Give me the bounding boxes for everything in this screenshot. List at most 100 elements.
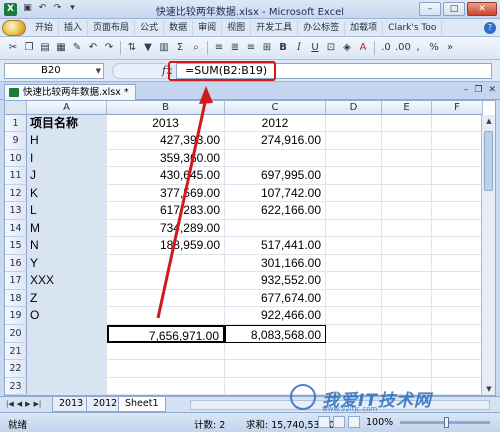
vertical-scrollbar[interactable]: ▲ ▼: [481, 115, 495, 395]
cell-b17[interactable]: [107, 272, 225, 290]
column-header-a[interactable]: A: [27, 101, 107, 115]
cell-f14[interactable]: [432, 219, 483, 237]
cell-b14[interactable]: 734,289.00: [107, 219, 225, 237]
row-header[interactable]: 22: [5, 360, 27, 378]
cell-a21[interactable]: [27, 342, 107, 360]
cell-a20[interactable]: [27, 324, 107, 343]
zoom-icon[interactable]: ⌕: [189, 41, 203, 55]
cell-b9[interactable]: 427,393.00: [107, 132, 225, 150]
cell-b18[interactable]: [107, 289, 225, 307]
print-icon[interactable]: ▦: [54, 41, 68, 55]
column-header-e[interactable]: E: [382, 101, 432, 115]
tab-data[interactable]: 数据: [164, 21, 194, 36]
comma-style-icon[interactable]: ,: [411, 41, 425, 55]
cell-b22[interactable]: [107, 360, 225, 378]
close-button[interactable]: ✕: [467, 2, 497, 16]
cell-a1[interactable]: 项目名称: [27, 115, 107, 132]
cell-a15[interactable]: N: [27, 237, 107, 255]
cell-d17[interactable]: [326, 272, 382, 290]
workbook-tab[interactable]: 快速比较两年数据.xlsx *: [4, 84, 136, 100]
cell-b16[interactable]: [107, 254, 225, 272]
cell-f13[interactable]: [432, 202, 483, 220]
cell-e21[interactable]: [382, 342, 432, 360]
row-header[interactable]: 15: [5, 237, 27, 255]
cell-f12[interactable]: [432, 184, 483, 202]
format-painter-icon[interactable]: ✎: [70, 41, 84, 55]
row-header[interactable]: 9: [5, 132, 27, 150]
cell-e20[interactable]: [382, 324, 432, 343]
cell-b1[interactable]: 2013: [107, 115, 225, 132]
cell-e1[interactable]: [382, 115, 432, 132]
tab-formulas[interactable]: 公式: [135, 21, 165, 36]
filter-icon[interactable]: ▼: [141, 41, 155, 55]
cell-e19[interactable]: [382, 307, 432, 325]
row-header[interactable]: 19: [5, 307, 27, 325]
cell-b12[interactable]: 377,569.00: [107, 184, 225, 202]
cut-icon[interactable]: ✂: [6, 41, 20, 55]
cell-c16[interactable]: 301,166.00: [225, 254, 326, 272]
tab-review[interactable]: 审阅: [193, 21, 223, 36]
row-header[interactable]: 10: [5, 149, 27, 167]
cell-c14[interactable]: [225, 219, 326, 237]
cell-c10[interactable]: [225, 149, 326, 167]
cell-a14[interactable]: M: [27, 219, 107, 237]
zoom-slider-knob[interactable]: [444, 417, 449, 428]
row-header[interactable]: 21: [5, 342, 27, 360]
align-left-icon[interactable]: ≡: [212, 41, 226, 55]
cell-c17[interactable]: 932,552.00: [225, 272, 326, 290]
cell-a17[interactable]: XXX: [27, 272, 107, 290]
copy-icon[interactable]: ❐: [22, 41, 36, 55]
row-header[interactable]: 17: [5, 272, 27, 290]
cell-a16[interactable]: Y: [27, 254, 107, 272]
cell-d21[interactable]: [326, 342, 382, 360]
cell-c21[interactable]: [225, 342, 326, 360]
toolbar-more-icon[interactable]: »: [443, 41, 457, 55]
decrease-decimal-icon[interactable]: .0: [379, 41, 393, 55]
cell-c18[interactable]: 677,674.00: [225, 289, 326, 307]
cell-e15[interactable]: [382, 237, 432, 255]
row-header[interactable]: 13: [5, 202, 27, 220]
last-sheet-icon[interactable]: ▶|: [34, 400, 42, 408]
workbook-minimize-icon[interactable]: –: [464, 85, 469, 95]
cell-f16[interactable]: [432, 254, 483, 272]
cell-d16[interactable]: [326, 254, 382, 272]
cell-d15[interactable]: [326, 237, 382, 255]
cell-b15[interactable]: 188,959.00: [107, 237, 225, 255]
page-layout-view-icon[interactable]: [333, 416, 345, 428]
cell-a18[interactable]: Z: [27, 289, 107, 307]
bold-icon[interactable]: B: [276, 41, 290, 55]
cell-b13[interactable]: 617,283.00: [107, 202, 225, 220]
scroll-up-icon[interactable]: ▲: [484, 117, 494, 127]
cell-e11[interactable]: [382, 167, 432, 185]
help-icon[interactable]: ?: [484, 22, 496, 34]
font-color-icon[interactable]: A: [356, 41, 370, 55]
cell-f17[interactable]: [432, 272, 483, 290]
chevron-down-icon[interactable]: ▼: [96, 64, 101, 78]
cell-f15[interactable]: [432, 237, 483, 255]
cell-e16[interactable]: [382, 254, 432, 272]
cell-a9[interactable]: H: [27, 132, 107, 150]
cell-f21[interactable]: [432, 342, 483, 360]
sheet-tab-2013[interactable]: 2013: [52, 397, 91, 412]
name-box[interactable]: B20 ▼: [4, 63, 104, 79]
paste-icon[interactable]: ▤: [38, 41, 52, 55]
row-header[interactable]: 23: [5, 377, 27, 395]
cell-e18[interactable]: [382, 289, 432, 307]
cell-e17[interactable]: [382, 272, 432, 290]
tab-page-layout[interactable]: 页面布局: [88, 21, 136, 36]
cell-e13[interactable]: [382, 202, 432, 220]
row-header[interactable]: 14: [5, 219, 27, 237]
tab-office-tabs[interactable]: 办公标签: [298, 21, 346, 36]
cell-a11[interactable]: J: [27, 167, 107, 185]
select-all-corner[interactable]: [5, 101, 27, 115]
tab-view[interactable]: 视图: [222, 21, 252, 36]
tab-developer[interactable]: 开发工具: [251, 21, 299, 36]
cell-d9[interactable]: [326, 132, 382, 150]
border-icon[interactable]: ⊡: [324, 41, 338, 55]
cell-e10[interactable]: [382, 149, 432, 167]
cell-e14[interactable]: [382, 219, 432, 237]
cell-d13[interactable]: [326, 202, 382, 220]
workbook-close-icon[interactable]: ✕: [488, 85, 496, 95]
align-right-icon[interactable]: ≡: [244, 41, 258, 55]
cell-a13[interactable]: L: [27, 202, 107, 220]
